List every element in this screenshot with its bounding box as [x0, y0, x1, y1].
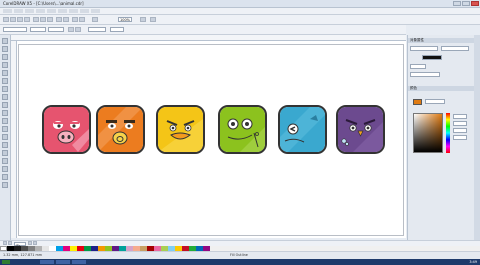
first-page-icon[interactable] — [3, 241, 7, 245]
window-title: CorelDRAW X5 - [C:\Users\...\animal.cdr] — [3, 1, 84, 6]
new-icon[interactable] — [3, 17, 9, 22]
print-icon[interactable] — [24, 17, 30, 22]
redo-icon[interactable] — [63, 17, 69, 22]
outline-tool-icon[interactable] — [2, 166, 8, 172]
height-field[interactable] — [48, 27, 64, 32]
menu-item[interactable] — [25, 9, 34, 13]
menu-item[interactable] — [58, 9, 67, 13]
nudge-field[interactable] — [110, 27, 124, 32]
menu-item[interactable] — [3, 9, 12, 13]
owl-illustration — [338, 107, 383, 152]
menu-item[interactable] — [69, 9, 78, 13]
portrait-icon[interactable] — [68, 27, 74, 32]
clock: 3:49 — [469, 260, 477, 264]
outline-line-preview[interactable] — [422, 55, 442, 60]
cursor-position: 1.32 mm, 127.871 mm — [3, 253, 43, 257]
dimension-tool-icon[interactable] — [2, 134, 8, 140]
import-icon[interactable] — [72, 17, 78, 22]
table-tool-icon[interactable] — [2, 126, 8, 132]
units-select[interactable] — [88, 27, 106, 32]
monkey-tile[interactable] — [96, 105, 145, 154]
fill-tool-icon[interactable] — [2, 174, 8, 180]
title-bar: CorelDRAW X5 - [C:\Users\...\animal.cdr] — [0, 0, 480, 8]
color-model-select[interactable] — [425, 99, 445, 104]
standard-toolbar: 100% — [0, 15, 480, 25]
basic-shapes-tool-icon[interactable] — [2, 110, 8, 116]
chick-tile[interactable] — [156, 105, 205, 154]
fill-outline-status: Fill Outline — [230, 253, 248, 257]
start-button[interactable] — [2, 260, 10, 264]
channel-field-c[interactable] — [453, 114, 467, 119]
zoom-level-field[interactable]: 100% — [118, 17, 132, 22]
menu-bar — [0, 8, 480, 15]
owl-tile[interactable] — [336, 105, 385, 154]
snap-icon[interactable] — [140, 17, 146, 22]
width-field[interactable] — [30, 27, 46, 32]
hue-slider[interactable] — [446, 113, 450, 153]
options-icon[interactable] — [150, 17, 156, 22]
toolbox — [0, 35, 11, 240]
connector-tool-icon[interactable] — [2, 142, 8, 148]
next-page-icon[interactable] — [28, 241, 32, 245]
paper-size-select[interactable] — [3, 27, 27, 32]
cut-icon[interactable] — [33, 17, 39, 22]
taskbar: 3:49 — [0, 259, 480, 265]
pig-illustration — [44, 107, 89, 152]
prev-page-icon[interactable] — [8, 241, 12, 245]
maximize-button[interactable] — [462, 1, 470, 6]
object-properties-header[interactable]: 对象属性 — [408, 38, 474, 43]
crop-tool-icon[interactable] — [2, 54, 8, 60]
menu-item[interactable] — [47, 9, 56, 13]
channel-field-k[interactable] — [453, 135, 467, 140]
text-tool-icon[interactable] — [2, 118, 8, 124]
copy-icon[interactable] — [40, 17, 46, 22]
freehand-tool-icon[interactable] — [2, 70, 8, 76]
outline-style-field[interactable] — [441, 46, 469, 51]
shape-tool-icon[interactable] — [2, 46, 8, 52]
color-header[interactable]: 颜色 — [408, 86, 474, 91]
polygon-tool-icon[interactable] — [2, 102, 8, 108]
pick-tool-icon[interactable] — [2, 38, 8, 44]
taskbar-app[interactable] — [40, 260, 54, 264]
property-bar — [0, 25, 406, 35]
close-button[interactable] — [471, 1, 479, 6]
chick-illustration — [158, 107, 203, 152]
last-page-icon[interactable] — [33, 241, 37, 245]
outline-width-field[interactable] — [410, 46, 438, 51]
landscape-icon[interactable] — [75, 27, 81, 32]
monkey-illustration — [98, 107, 143, 152]
menu-item[interactable] — [91, 9, 100, 13]
open-icon[interactable] — [10, 17, 16, 22]
menu-item[interactable] — [14, 9, 23, 13]
arrow-field[interactable] — [410, 72, 440, 77]
eyedropper-tool-icon[interactable] — [2, 158, 8, 164]
export-icon[interactable] — [79, 17, 85, 22]
menu-item[interactable] — [80, 9, 89, 13]
corner-field[interactable] — [410, 64, 426, 69]
app-launcher-icon[interactable] — [92, 17, 98, 22]
pig-tile[interactable] — [42, 105, 91, 154]
blend-tool-icon[interactable] — [2, 150, 8, 156]
fish-tile[interactable] — [278, 105, 327, 154]
minimize-button[interactable] — [453, 1, 461, 6]
taskbar-app[interactable] — [72, 260, 86, 264]
save-icon[interactable] — [17, 17, 23, 22]
fish-illustration — [280, 107, 325, 152]
docker-side-tabs[interactable] — [474, 35, 480, 240]
frog-tile[interactable] — [218, 105, 267, 154]
channel-field-y[interactable] — [453, 128, 467, 133]
frog-illustration — [220, 107, 265, 152]
smart-fill-tool-icon[interactable] — [2, 78, 8, 84]
rectangle-tool-icon[interactable] — [2, 86, 8, 92]
interactive-fill-tool-icon[interactable] — [2, 182, 8, 188]
undo-icon[interactable] — [56, 17, 62, 22]
taskbar-app[interactable] — [56, 260, 70, 264]
color-picker-area[interactable] — [413, 113, 443, 153]
ellipse-tool-icon[interactable] — [2, 94, 8, 100]
channel-field-m[interactable] — [453, 121, 467, 126]
menu-item[interactable] — [36, 9, 45, 13]
paste-icon[interactable] — [47, 17, 53, 22]
zoom-tool-icon[interactable] — [2, 62, 8, 68]
current-color-swatch — [413, 99, 422, 105]
